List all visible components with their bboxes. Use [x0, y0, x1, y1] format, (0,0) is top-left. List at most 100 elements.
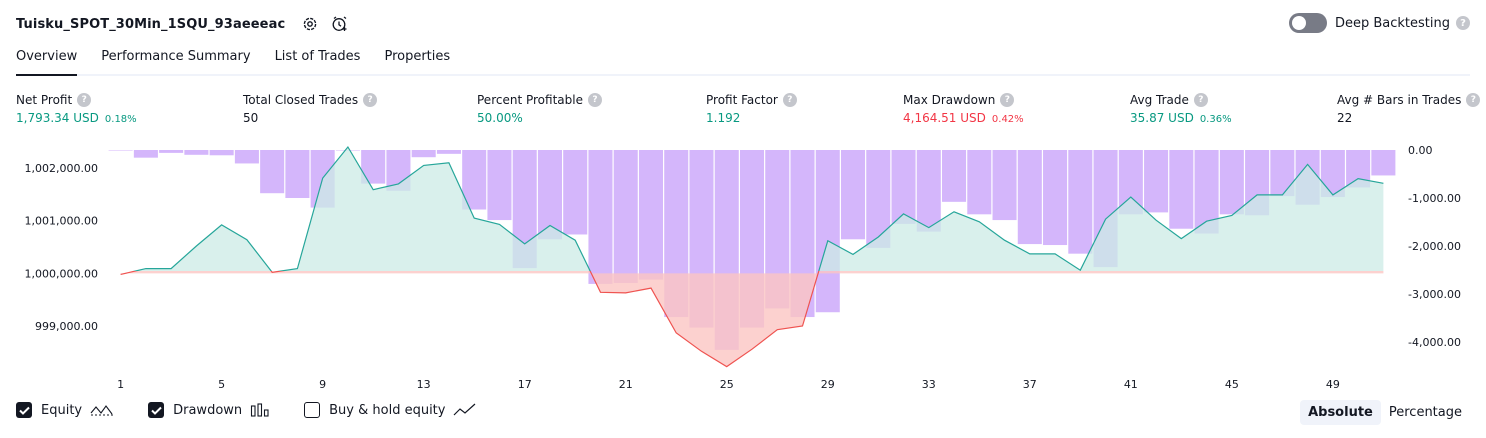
help-icon[interactable]: ?: [1466, 93, 1481, 107]
checkbox-checked-icon[interactable]: [16, 402, 32, 418]
drawdown-bar: [1017, 150, 1042, 245]
x-axis-tick-label: 5: [218, 378, 225, 391]
metric-label: Percent Profitable: [477, 93, 583, 107]
drawdown-bar: [967, 150, 992, 215]
tab-performance-summary[interactable]: Performance Summary: [101, 44, 250, 74]
x-axis-tick-label: 13: [417, 378, 431, 391]
tab-list-of-trades[interactable]: List of Trades: [275, 44, 361, 74]
metric-value: 4,164.51 USD: [903, 111, 986, 125]
x-axis-tick-label: 37: [1023, 378, 1037, 391]
help-icon[interactable]: ?: [1193, 93, 1208, 107]
metric-label: Avg # Bars in Trades: [1337, 93, 1462, 107]
drawdown-bar: [916, 150, 941, 232]
display-mode-switch: Absolute Percentage: [1300, 400, 1470, 425]
drawdown-bar: [1043, 150, 1068, 246]
drawdown-bar: [184, 150, 209, 155]
help-icon[interactable]: ?: [1456, 16, 1470, 30]
metric-avg-bars-in-trades: Avg # Bars in Trades? 22: [1337, 93, 1481, 125]
x-axis-tick-label: 9: [319, 378, 326, 391]
right-axis-tick-label: -4,000.00: [1408, 336, 1461, 349]
legend-equity[interactable]: Equity: [16, 402, 114, 418]
left-axis-tick-label: 999,000.00: [35, 320, 98, 333]
tab-overview[interactable]: Overview: [16, 44, 78, 76]
metric-label: Net Profit: [16, 93, 73, 107]
gear-icon[interactable]: [299, 13, 321, 35]
drawdown-bars-icon: [250, 403, 270, 417]
drawdown-bar: [840, 150, 866, 240]
metric-percent: 0.36%: [1199, 114, 1232, 125]
x-axis-tick-label: 17: [518, 378, 532, 391]
add-alert-icon[interactable]: [329, 13, 351, 35]
left-axis-tick-label: 1,002,000.00: [25, 162, 98, 175]
help-icon[interactable]: ?: [77, 93, 92, 107]
drawdown-bar: [260, 150, 285, 194]
help-icon[interactable]: ?: [1000, 93, 1015, 107]
drawdown-bar: [234, 150, 259, 164]
drawdown-bar: [815, 150, 840, 313]
x-axis-tick-label: 45: [1225, 378, 1239, 391]
x-axis-tick-label: 29: [821, 378, 835, 391]
help-icon[interactable]: ?: [587, 93, 602, 107]
drawdown-bar: [1371, 150, 1396, 176]
metric-value: 22: [1337, 111, 1353, 125]
metrics-row: Net Profit? 1,793.34 USD 0.18% Total Clos…: [16, 93, 1481, 133]
x-axis-tick-label: 21: [619, 378, 633, 391]
metric-label: Avg Trade: [1130, 93, 1189, 107]
tab-bar: Overview Performance Summary List of Tra…: [16, 44, 1470, 76]
metric-percent: 0.42%: [991, 114, 1024, 125]
metric-value: 50: [243, 111, 259, 125]
right-axis-tick-label: -2,000.00: [1408, 240, 1461, 253]
toggle-knob: [1291, 16, 1306, 30]
checkbox-checked-icon[interactable]: [148, 402, 165, 418]
drawdown-bar: [209, 150, 234, 156]
checkbox-unchecked-icon[interactable]: [304, 402, 321, 418]
help-icon[interactable]: ?: [782, 93, 797, 107]
drawdown-bar: [992, 150, 1017, 221]
metric-max-drawdown: Max Drawdown? 4,164.51 USD 0.42%: [903, 93, 1024, 125]
metric-value: 35.87 USD: [1130, 111, 1194, 125]
buy-hold-line-icon: [453, 403, 477, 417]
drawdown-bar: [563, 150, 588, 235]
equity-drawdown-chart[interactable]: 1,002,000.00 1,001,000.00 1,000,000.00 999,…: [0, 140, 1486, 395]
x-axis-tick-label: 33: [922, 378, 936, 391]
x-axis: 1 5 9 13 17 21 25 29 33 37 41 45 49: [117, 378, 1340, 391]
legend-label: Drawdown: [173, 402, 243, 418]
drawdown-bar: [638, 150, 664, 280]
tab-properties[interactable]: Properties: [384, 44, 450, 74]
help-icon[interactable]: ?: [363, 93, 378, 107]
legend-label: Equity: [41, 402, 83, 418]
deep-backtesting-toggle[interactable]: [1288, 13, 1327, 33]
drawdown-bar: [108, 150, 133, 151]
metric-percent-profitable: Percent Profitable? 50.00%: [477, 93, 602, 125]
x-axis-tick-label: 25: [720, 378, 734, 391]
deep-backtesting-label: Deep Backtesting: [1334, 15, 1450, 31]
drawdown-bar: [1219, 150, 1244, 215]
x-axis-tick-label: 49: [1326, 378, 1340, 391]
drawdown-bar: [1068, 150, 1093, 254]
legend-label: Buy & hold equity: [329, 402, 446, 418]
x-axis-tick-label: 41: [1124, 378, 1138, 391]
right-axis: 0.00 -1,000.00 -2,000.00 -3,000.00 -4,000.00: [1408, 144, 1461, 349]
drawdown-bar: [942, 150, 967, 202]
drawdown-bar: [487, 150, 512, 221]
chart-legend: Equity Drawdown Buy & hold equity: [16, 402, 511, 418]
drawdown-bar: [1169, 150, 1194, 229]
drawdown-bar: [891, 150, 916, 224]
strategy-header: Tuisku_SPOT_30Min_1SQU_93aeeeac: [16, 12, 351, 36]
left-axis-tick-label: 1,000,000.00: [25, 267, 98, 280]
drawdown-bar: [159, 150, 184, 153]
right-axis-tick-label: 0.00: [1408, 144, 1433, 157]
deep-backtesting: Deep Backtesting ?: [1288, 13, 1470, 33]
x-axis-tick-label: 1: [117, 378, 124, 391]
absolute-button[interactable]: Absolute: [1300, 400, 1381, 425]
metric-value: 50.00%: [477, 111, 523, 125]
legend-drawdown[interactable]: Drawdown: [148, 402, 270, 418]
metric-label: Profit Factor: [706, 93, 778, 107]
drawdown-bar: [133, 150, 158, 158]
legend-buy-hold-equity[interactable]: Buy & hold equity: [304, 402, 477, 418]
metric-profit-factor: Profit Factor? 1.192: [706, 93, 797, 125]
drawdown-bar: [1144, 150, 1169, 213]
drawdown-bar: [588, 150, 613, 284]
percentage-button[interactable]: Percentage: [1381, 400, 1470, 425]
metric-label: Max Drawdown: [903, 93, 996, 107]
